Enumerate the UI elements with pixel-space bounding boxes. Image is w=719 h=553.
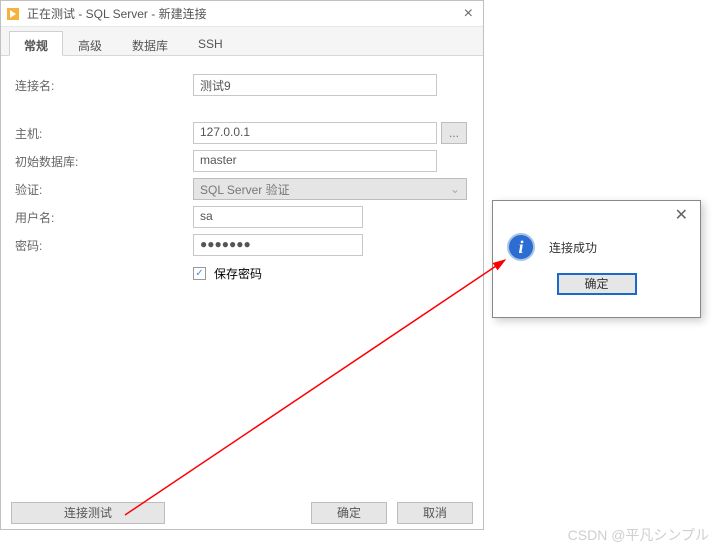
test-connection-button[interactable]: 连接测试	[11, 502, 165, 524]
watermark: CSDN @平凡シンプル	[568, 525, 709, 545]
host-input[interactable]: 127.0.0.1	[193, 122, 437, 144]
label-initial-db: 初始数据库:	[15, 153, 193, 170]
window-title: 正在测试 - SQL Server - 新建连接	[27, 5, 458, 22]
form-panel: 连接名: 测试9 主机: 127.0.0.1 ... 初始数据库: master…	[1, 56, 483, 302]
tab-bar: 常规 高级 数据库 SSH	[1, 27, 483, 56]
label-username: 用户名:	[15, 209, 193, 226]
app-icon	[5, 6, 21, 22]
connection-dialog: 正在测试 - SQL Server - 新建连接 × 常规 高级 数据库 SSH…	[0, 0, 484, 530]
info-icon: i	[507, 233, 535, 261]
tab-advanced[interactable]: 高级	[63, 31, 117, 55]
check-icon: ✓	[193, 267, 206, 280]
popup-close-icon[interactable]: ✕	[669, 205, 694, 225]
close-icon[interactable]: ×	[458, 5, 479, 23]
save-password-label: 保存密码	[214, 265, 262, 282]
cancel-button[interactable]: 取消	[397, 502, 473, 524]
message-popup: ✕ i 连接成功 确定	[492, 200, 701, 318]
save-password-checkbox[interactable]: ✓ 保存密码	[193, 265, 262, 282]
chevron-down-icon: ⌄	[450, 182, 460, 196]
tab-database[interactable]: 数据库	[117, 31, 183, 55]
tab-ssh[interactable]: SSH	[183, 31, 238, 55]
connection-name-input[interactable]: 测试9	[193, 74, 437, 96]
initial-db-input[interactable]: master	[193, 150, 437, 172]
label-auth: 验证:	[15, 181, 193, 198]
popup-message: 连接成功	[549, 239, 597, 256]
username-input[interactable]: sa	[193, 206, 363, 228]
ok-button[interactable]: 确定	[311, 502, 387, 524]
label-host: 主机:	[15, 125, 193, 142]
label-connection-name: 连接名:	[15, 77, 193, 94]
tab-general[interactable]: 常规	[9, 31, 63, 56]
popup-ok-button[interactable]: 确定	[557, 273, 637, 295]
titlebar: 正在测试 - SQL Server - 新建连接 ×	[1, 1, 483, 27]
popup-titlebar: ✕	[493, 201, 700, 229]
dialog-footer: 连接测试 确定 取消	[1, 497, 483, 529]
auth-select-value: SQL Server 验证	[200, 181, 290, 198]
auth-select[interactable]: SQL Server 验证 ⌄	[193, 178, 467, 200]
password-input[interactable]: ●●●●●●●	[193, 234, 363, 256]
label-password: 密码:	[15, 237, 193, 254]
browse-button[interactable]: ...	[441, 122, 467, 144]
